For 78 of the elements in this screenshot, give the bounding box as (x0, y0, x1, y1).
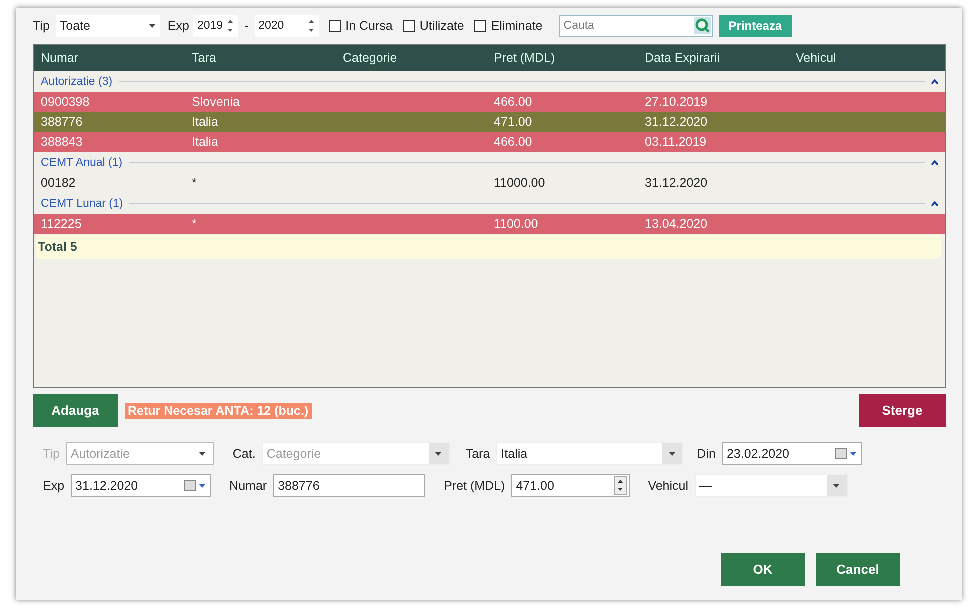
collapse-icon[interactable] (931, 160, 939, 166)
table-cell-text: Italia (191, 135, 220, 149)
year-spinner[interactable]: 2019 (193, 15, 238, 37)
field-label: Tara (466, 446, 490, 460)
dropdown-icon (668, 452, 676, 456)
table-cell-text: 0900398 (40, 95, 91, 109)
range-separator: - (244, 19, 249, 33)
table-cell-text: * (191, 176, 198, 190)
cancel-button[interactable]: Cancel (816, 553, 900, 586)
table-cell-text: 388776 (40, 115, 84, 129)
spin-icon (308, 19, 315, 33)
field-label: Pret (MDL) (444, 478, 506, 492)
search-field[interactable]: Cauta (558, 15, 713, 37)
filter-label: Exp (168, 19, 190, 33)
field-label: Vehicul (648, 478, 688, 492)
filter-checkbox[interactable]: Eliminate (474, 19, 543, 33)
column-header[interactable]: Numar (34, 51, 185, 65)
table-row[interactable]: 00182 * 11000.00 31.12.2020 (34, 173, 945, 193)
calendar-icon (184, 480, 206, 492)
field-label: Exp (43, 478, 65, 492)
date-field[interactable]: 23.02.2020 (722, 442, 862, 465)
column-header[interactable]: Vehicul (789, 51, 940, 65)
type-dropdown[interactable]: Toate (56, 15, 160, 37)
filter-label: Tip (33, 19, 50, 33)
collapse-icon[interactable] (931, 78, 939, 84)
table-cell-text: 13.04.2020 (644, 217, 709, 231)
table-cell-text: 00182 (40, 176, 77, 190)
column-header[interactable]: Pret (MDL) (487, 51, 638, 65)
dropdown-icon (148, 24, 156, 28)
column-header[interactable]: Categorie (336, 51, 487, 65)
delete-button[interactable]: Sterge (859, 394, 946, 427)
table-cell-text: 388843 (40, 135, 84, 149)
calendar-icon (834, 448, 857, 460)
column-header[interactable]: Data Expirarii (638, 51, 789, 65)
table-cell-text: Italia (191, 115, 220, 129)
table-cell-text: 31.12.2020 (644, 176, 709, 190)
search-icon[interactable] (694, 17, 711, 34)
field-label: Tip (43, 446, 60, 460)
notice-badge: Retur Necesar ANTA: 12 (buc.) (125, 402, 312, 418)
dropdown-icon (833, 484, 840, 488)
table-row[interactable]: 0900398 Slovenia 466.00 27.10.2019 (34, 92, 945, 112)
table-cell-text: * (191, 217, 198, 231)
field-label: Din (697, 446, 716, 460)
input-field[interactable]: 388776 (273, 474, 426, 497)
group-header[interactable]: Autorizatie (3) (41, 76, 113, 88)
table-row[interactable]: 112225 * 1100.00 13.04.2020 (34, 214, 945, 234)
table-cell-text: 31.12.2020 (644, 115, 709, 129)
spin-icon (227, 19, 234, 33)
filter-checkbox[interactable]: In Cursa (328, 19, 393, 33)
table-row[interactable]: 388776 Italia 471.00 31.12.2020 (34, 112, 945, 132)
spin-icon (614, 476, 628, 495)
table-cell-text: 112225 (40, 217, 83, 231)
field-label: Cat. (232, 446, 256, 460)
table-cell-text: 466.00 (493, 135, 534, 149)
year-spinner[interactable]: 2020 (254, 15, 319, 37)
table-row[interactable]: 388843 Italia 466.00 03.11.2019 (34, 132, 945, 152)
ok-button[interactable]: OK (721, 553, 805, 586)
collapse-icon[interactable] (931, 200, 939, 206)
date-field[interactable]: 31.12.2020 (70, 474, 211, 497)
dropdown-icon (199, 452, 206, 456)
group-header[interactable]: CEMT Lunar (1) (41, 198, 124, 210)
table-cell-text: 471.00 (493, 115, 534, 129)
dropdown-field[interactable]: — (694, 474, 848, 497)
input-field[interactable]: 471.00 (511, 474, 630, 497)
add-button[interactable]: Adauga (33, 394, 118, 427)
total-label: Total 5 (36, 235, 941, 259)
table-cell-text: Slovenia (191, 95, 241, 109)
table-cell-text: 466.00 (493, 95, 534, 109)
field-label: Numar (230, 478, 268, 492)
dropdown-field[interactable]: Italia (496, 442, 684, 465)
dropdown-icon (435, 452, 442, 456)
group-header[interactable]: CEMT Anual (1) (41, 156, 123, 168)
table-cell-text: 11000.00 (493, 176, 546, 190)
table-cell-text: 03.11.2019 (644, 135, 708, 149)
table-cell-text: 27.10.2019 (644, 95, 709, 109)
table-cell-text: 1100.00 (493, 217, 540, 231)
filter-checkbox[interactable]: Utilizate (402, 19, 464, 33)
column-header[interactable]: Tara (185, 51, 336, 65)
